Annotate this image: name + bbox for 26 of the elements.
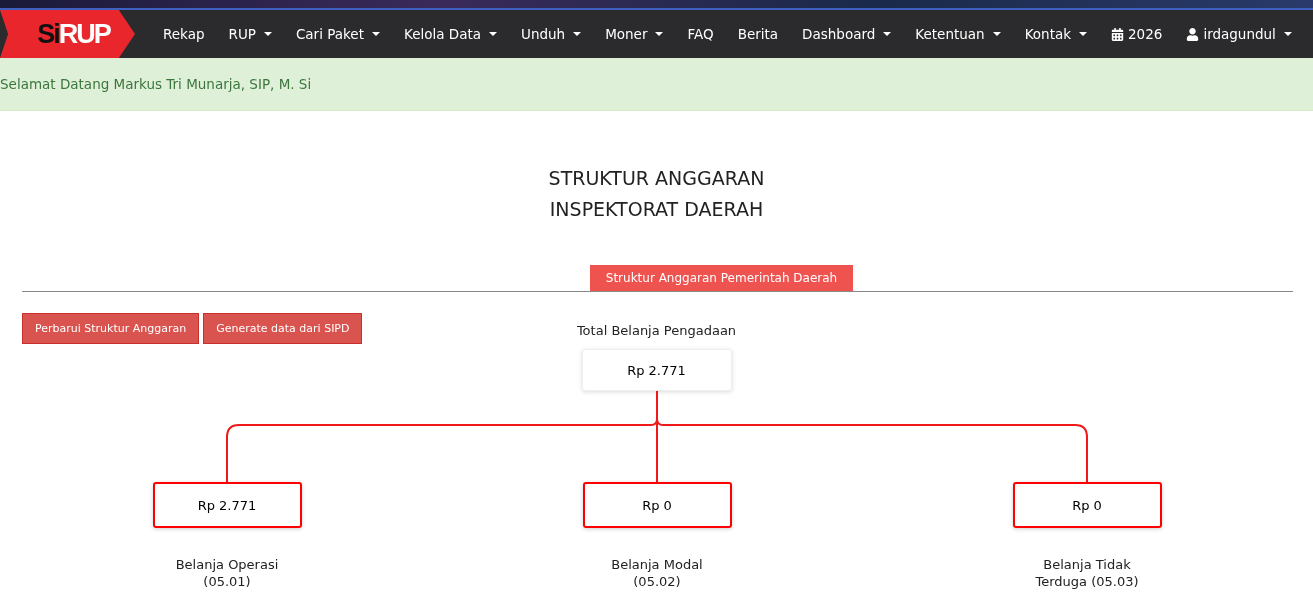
tree-node: Rp 0: [1012, 482, 1162, 528]
page-title: STRUKTUR ANGGARAN INSPEKTORAT DAERAH: [547, 166, 766, 222]
nav-item[interactable]: RUP: [216, 26, 284, 42]
node-label: Belanja Modal (05.02): [611, 556, 703, 590]
generate-button[interactable]: Generate data dari SIPD: [203, 313, 363, 344]
nav-item[interactable]: 2026: [1099, 26, 1175, 42]
update-button[interactable]: Perbarui Struktur Anggaran: [22, 313, 200, 344]
nav-item[interactable]: Ketentuan: [903, 26, 1013, 42]
nav-item[interactable]: Cari Paket: [283, 26, 392, 42]
tree-root-node: Rp 2.771: [581, 349, 732, 391]
nav-item[interactable]: Kelola Data: [391, 26, 509, 42]
logo[interactable]: SiRUP: [0, 10, 135, 58]
tree-node: Rp 0: [582, 482, 732, 528]
nav-item[interactable]: Rekap: [151, 26, 217, 42]
node-label: Belanja Operasi (05.01): [175, 556, 279, 590]
tree-node: Rp 2.771: [152, 482, 302, 528]
tree-root-label: Total Belanja Pengadaan: [576, 322, 737, 339]
nav-item[interactable]: Dashboard: [790, 26, 904, 42]
nav-item[interactable]: irdagundul: [1174, 26, 1304, 42]
node-label: Belanja Tidak Terduga (05.03): [1035, 556, 1139, 590]
welcome-alert: Selamat Datang Markus Tri Munarja, SIP, M. Si: [0, 58, 1313, 111]
nav-item[interactable]: Moner: [593, 26, 676, 42]
nav-item[interactable]: Kontak: [1012, 26, 1100, 42]
nav-item[interactable]: Berita: [725, 26, 791, 42]
nav-item[interactable]: Unduh: [509, 26, 594, 42]
nav-item[interactable]: FAQ: [675, 26, 726, 42]
